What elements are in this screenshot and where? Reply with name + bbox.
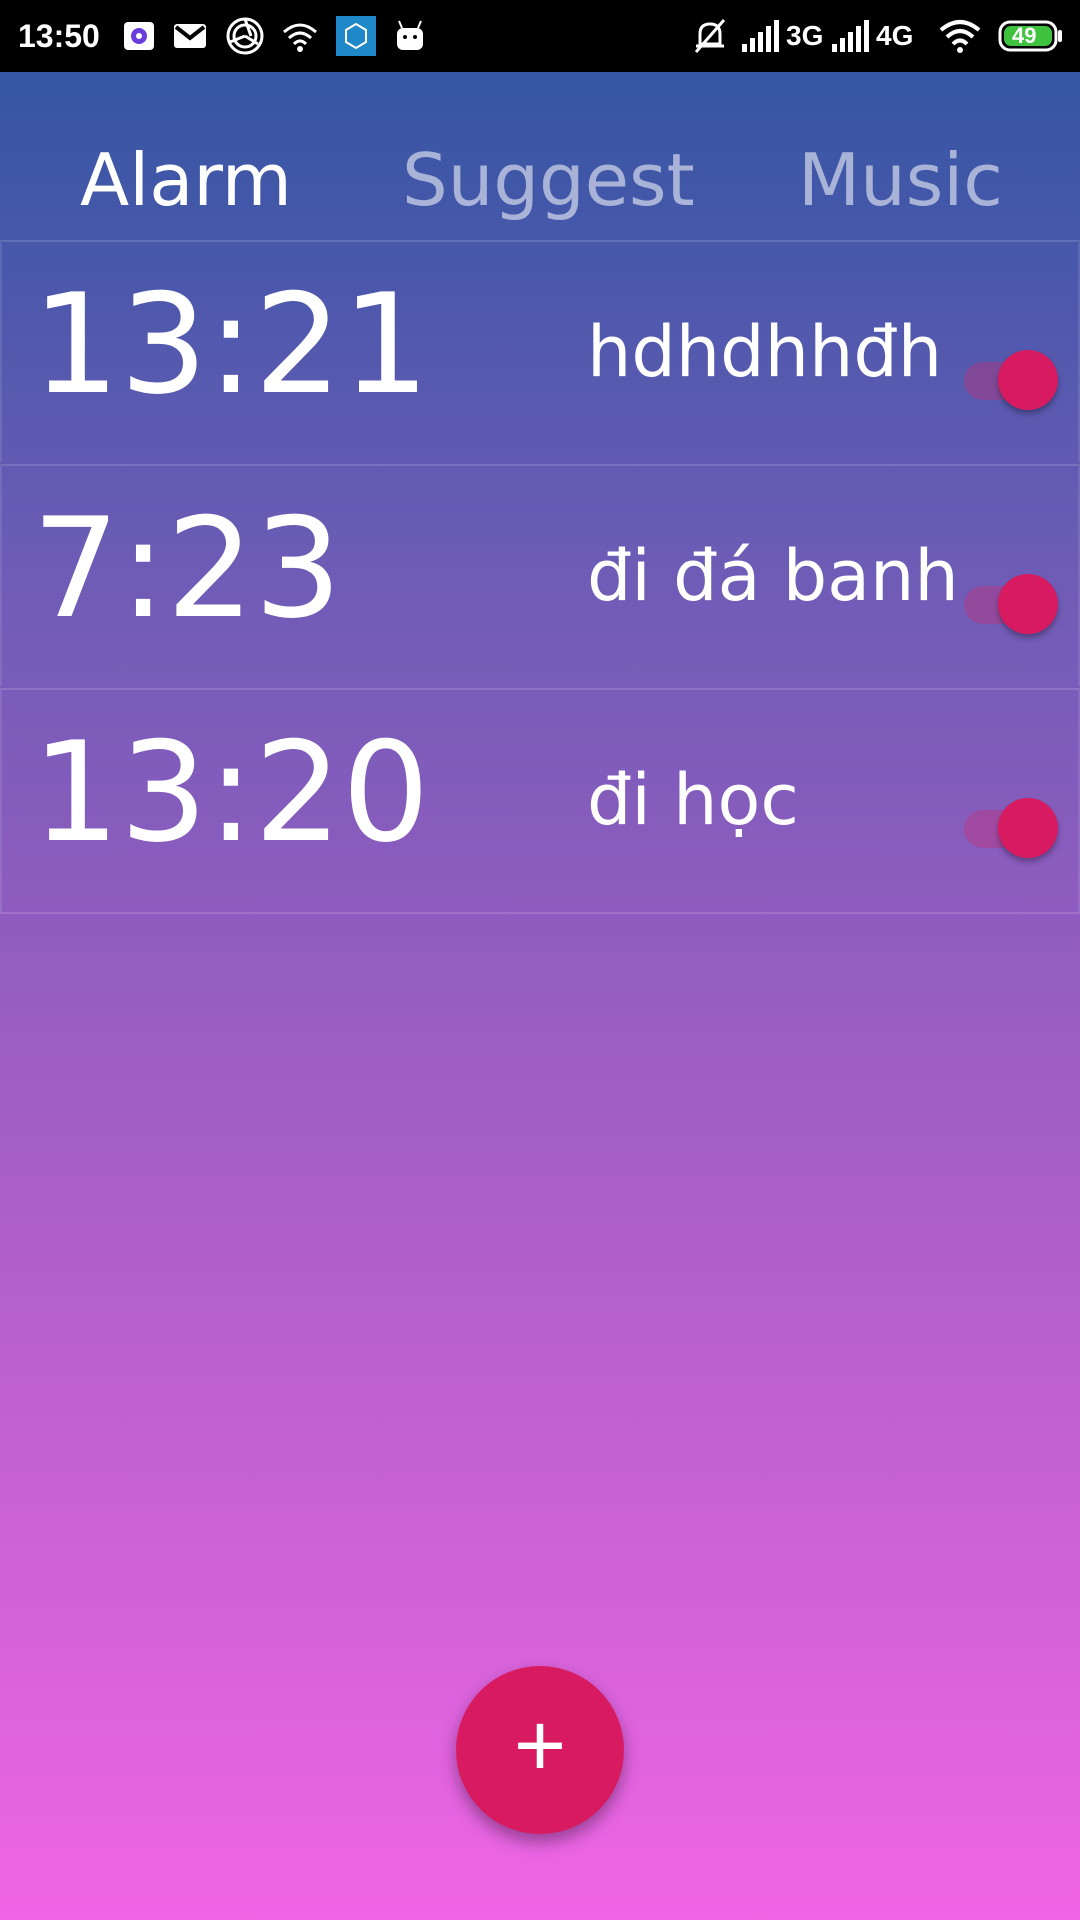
battery-level: 49 — [1012, 23, 1037, 48]
alarm-label: đi đá banh — [587, 535, 959, 617]
battery-icon: 49 — [998, 16, 1064, 56]
alarm-row[interactable]: 13:21 hdhdhhđh — [0, 240, 1080, 462]
network-4g-label: 4G — [876, 20, 914, 51]
alarm-toggle-switch[interactable] — [960, 350, 1060, 412]
photos-app-icon — [120, 16, 160, 56]
alarm-time: 7:23 — [32, 488, 342, 649]
add-alarm-button[interactable]: + — [456, 1666, 624, 1834]
android-icon — [390, 16, 430, 56]
switch-thumb — [998, 350, 1058, 410]
signal-icon — [830, 16, 870, 56]
mi-app-icon — [336, 16, 376, 56]
tab-bar: Alarm Suggest Music — [0, 72, 1080, 240]
alarm-time: 13:20 — [32, 712, 430, 873]
gmail-icon — [170, 16, 210, 56]
alarm-time: 13:21 — [32, 264, 430, 425]
status-time: 13:50 — [18, 18, 100, 54]
alarm-row[interactable]: 13:20 đi học — [0, 688, 1080, 914]
alarm-label: hdhdhhđh — [587, 311, 943, 393]
switch-thumb — [998, 798, 1058, 858]
tab-suggest[interactable]: Suggest — [402, 138, 695, 222]
status-bar: 13:50 3G 4G 49 — [0, 0, 1080, 72]
wifi-icon — [938, 16, 981, 56]
switch-thumb — [998, 574, 1058, 634]
signal-icon — [740, 16, 780, 56]
tab-alarm[interactable]: Alarm — [80, 138, 292, 222]
silent-bell-icon — [690, 16, 730, 56]
alarm-row[interactable]: 7:23 đi đá banh — [0, 464, 1080, 686]
alarm-toggle-switch[interactable] — [960, 798, 1060, 860]
aperture-icon — [225, 16, 265, 56]
plus-icon: + — [513, 1696, 567, 1796]
network-3g-label: 3G — [786, 20, 824, 51]
alarm-toggle-switch[interactable] — [960, 574, 1060, 636]
tab-music[interactable]: Music — [798, 138, 1003, 222]
wifi-link-icon — [280, 16, 320, 56]
alarm-label: đi học — [587, 759, 799, 841]
